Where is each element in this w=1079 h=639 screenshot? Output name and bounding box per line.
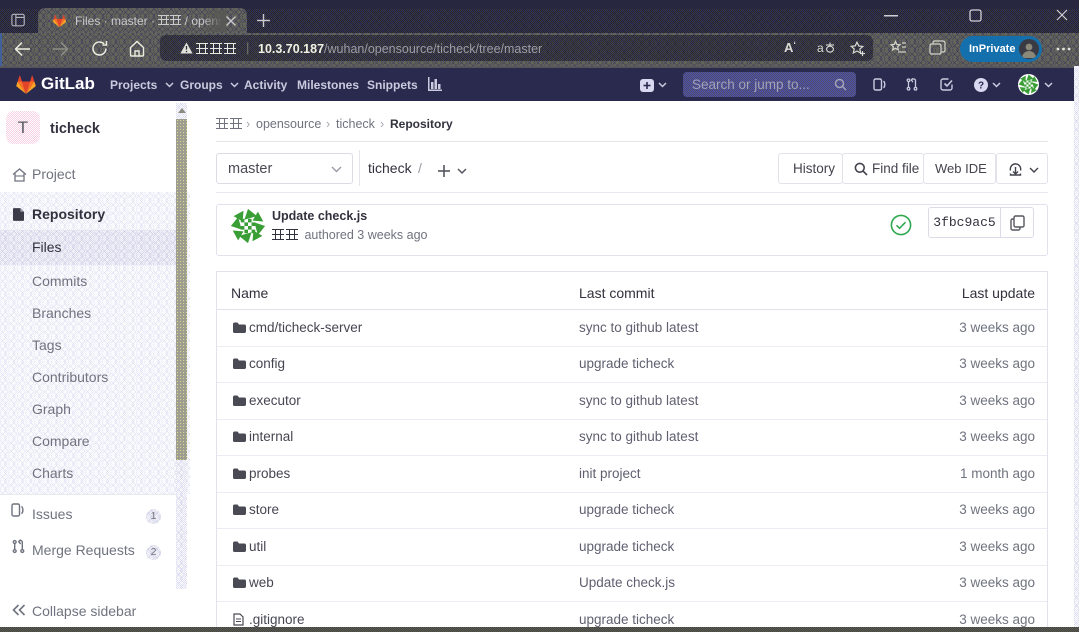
- svg-text:?: ?: [978, 81, 984, 92]
